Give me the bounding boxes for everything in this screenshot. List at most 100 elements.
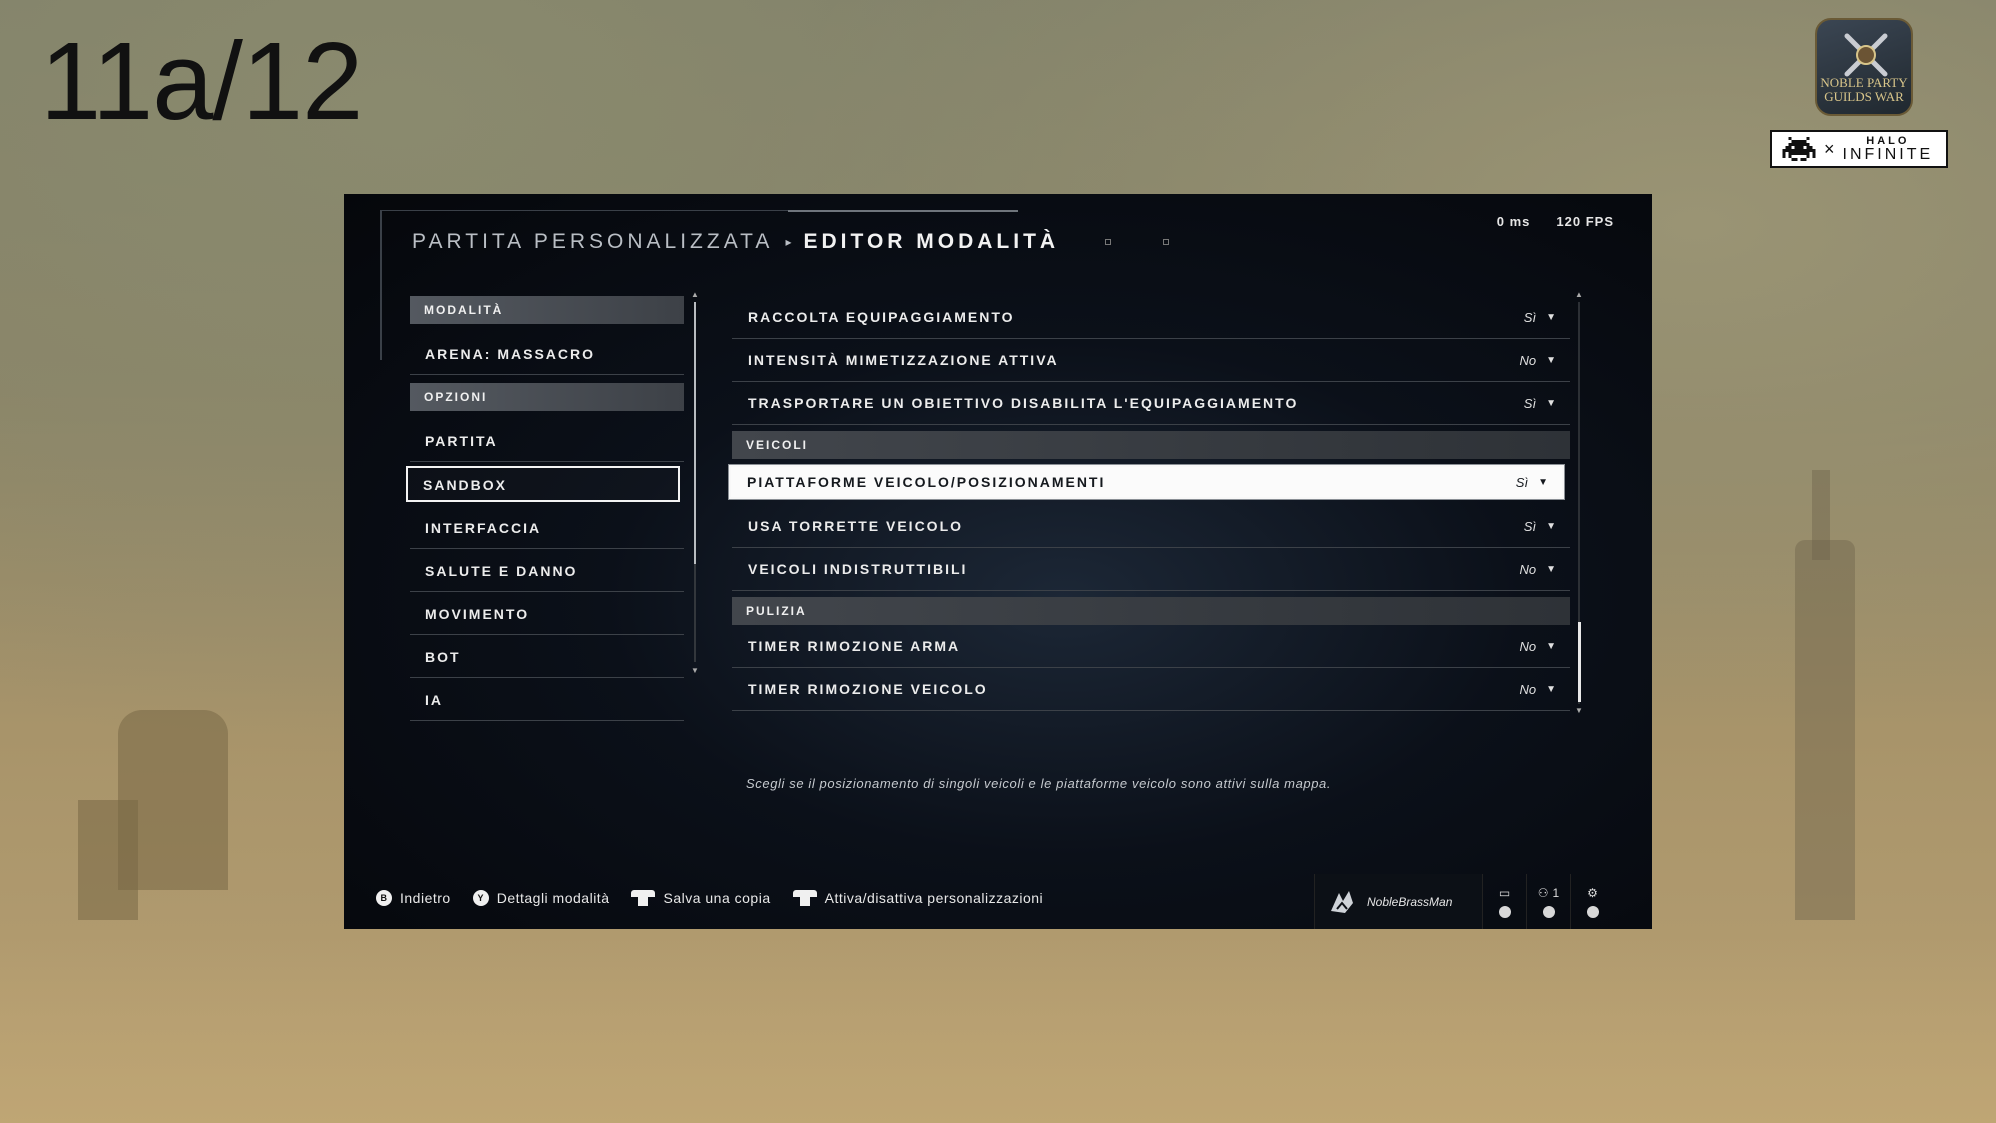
setting-dropdown[interactable]: No ▼	[1519, 353, 1556, 368]
nav-header-opzioni: OPZIONI	[410, 383, 684, 411]
nav-item-partita[interactable]: PARTITA	[410, 419, 684, 462]
party-icon: ⚇	[1537, 885, 1549, 900]
scroll-up-icon[interactable]: ▲	[691, 290, 699, 299]
setting-dropdown[interactable]: Sì ▼	[1524, 396, 1556, 411]
party-count: 1	[1552, 885, 1560, 900]
toggle-customizations-action[interactable]: Attiva/disattiva personalizzazioni	[792, 890, 1044, 906]
setting-dropdown[interactable]: Sì ▼	[1516, 475, 1548, 490]
background-haze	[0, 930, 1996, 1123]
settings-slot[interactable]: ⚙	[1570, 874, 1614, 929]
nav-scrollbar-thumb[interactable]	[694, 302, 696, 564]
setting-timer-rimozione-arma[interactable]: TIMER RIMOZIONE ARMA No ▼	[732, 625, 1570, 668]
menu-button-icon	[1542, 905, 1555, 918]
save-copy-action[interactable]: Salva una copia	[631, 890, 770, 906]
nav-scrollbar[interactable]	[694, 302, 696, 662]
background-spire	[1795, 540, 1855, 920]
settings-scrollbar-thumb[interactable]	[1578, 622, 1581, 702]
game-screenshot: 0 ms 120 FPS PARTITA PERSONALIZZATA ▸ ED…	[344, 194, 1652, 929]
crossed-swords-icon	[1844, 33, 1888, 77]
setting-usa-torrette-veicolo[interactable]: USA TORRETTE VEICOLO Sì ▼	[732, 505, 1570, 548]
gamer-card[interactable]: NobleBrassMan	[1314, 874, 1482, 929]
scroll-down-icon[interactable]: ▼	[1575, 706, 1583, 715]
caret-down-icon: ▼	[1546, 311, 1556, 323]
caret-down-icon: ▼	[1538, 476, 1548, 488]
settings-button-icon	[1586, 905, 1599, 918]
left-bumper-icon	[631, 890, 656, 906]
setting-label: TIMER RIMOZIONE VEICOLO	[748, 681, 988, 697]
nav-item-salute-e-danno[interactable]: SALUTE E DANNO	[410, 549, 684, 592]
page-title: EDITOR MODALITÀ	[803, 230, 1060, 253]
setting-value: No	[1519, 352, 1537, 368]
setting-description: Scegli se il posizionamento di singoli v…	[746, 776, 1332, 791]
setting-dropdown[interactable]: Sì ▼	[1524, 519, 1556, 534]
setting-dropdown[interactable]: Sì ▼	[1524, 310, 1556, 325]
player-status: NobleBrassMan ▭ ⚇ 1 ⚙	[1314, 874, 1614, 929]
setting-raccolta-equipaggiamento[interactable]: RACCOLTA EQUIPAGGIAMENTO Sì ▼	[732, 296, 1570, 339]
caret-down-icon: ▼	[1546, 520, 1556, 532]
breadcrumb: PARTITA PERSONALIZZATA ▸ EDITOR MODALITÀ	[412, 230, 1170, 254]
scroll-down-icon[interactable]: ▼	[691, 666, 699, 675]
settings-list: RACCOLTA EQUIPAGGIAMENTO Sì ▼ INTENSITÀ M…	[729, 296, 1570, 711]
back-label: Indietro	[400, 890, 451, 906]
setting-dropdown[interactable]: No ▼	[1519, 562, 1556, 577]
setting-label: TRASPORTARE UN OBIETTIVO DISABILITA L'EQ…	[748, 395, 1299, 411]
frame-line-accent	[788, 210, 1018, 212]
setting-veicoli-indistruttibili[interactable]: VEICOLI INDISTRUTTIBILI No ▼	[732, 548, 1570, 591]
y-button-icon: Y	[472, 890, 489, 906]
scroll-up-icon[interactable]: ▲	[1575, 290, 1583, 299]
right-bumper-icon	[792, 890, 817, 906]
setting-label: TIMER RIMOZIONE ARMA	[748, 638, 961, 654]
options-nav: MODALITÀ ARENA: MASSACRO OPZIONI PARTITA…	[406, 296, 692, 721]
setting-intensita-mimetizzazione[interactable]: INTENSITÀ MIMETIZZAZIONE ATTIVA No ▼	[732, 339, 1570, 382]
settings-scrollbar[interactable]	[1578, 302, 1581, 704]
logo-line-2: GUILDS WAR	[1824, 89, 1904, 104]
nav-item-interfaccia[interactable]: INTERFACCIA	[410, 506, 684, 549]
setting-label: PIATTAFORME VEICOLO/POSIZIONAMENTI	[747, 474, 1106, 490]
background-ruin	[78, 800, 138, 920]
setting-value: Sì	[1523, 395, 1537, 411]
mode-details-label: Dettagli modalità	[496, 890, 610, 906]
footer-bar: B Indietro Y Dettagli modalità Salva una…	[344, 874, 1652, 929]
save-copy-label: Salva una copia	[663, 890, 771, 906]
party-slot[interactable]: ⚇ 1	[1526, 874, 1570, 929]
b-button-icon: B	[376, 890, 392, 906]
footer-actions: B Indietro Y Dettagli modalità Salva una…	[376, 890, 1043, 906]
caret-down-icon: ▼	[1546, 640, 1556, 652]
toggle-customizations-label: Attiva/disattiva personalizzazioni	[824, 890, 1044, 906]
gear-icon: ⚙	[1587, 885, 1598, 900]
page-indicator-dot	[1163, 239, 1170, 245]
breadcrumb-parent[interactable]: PARTITA PERSONALIZZATA	[412, 230, 773, 254]
space-invader-icon	[1782, 137, 1816, 161]
setting-value: No	[1519, 638, 1537, 654]
gamertag: NobleBrassMan	[1367, 894, 1453, 909]
nav-item-movimento[interactable]: MOVIMENTO	[410, 592, 684, 635]
back-action[interactable]: B Indietro	[376, 890, 451, 906]
nav-item-sandbox[interactable]: SANDBOX	[406, 466, 680, 502]
halo-infinite-badge: × HALO INFINITE	[1770, 130, 1948, 168]
setting-trasportare-obiettivo[interactable]: TRASPORTARE UN OBIETTIVO DISABILITA L'EQ…	[732, 382, 1570, 425]
setting-timer-rimozione-veicolo[interactable]: TIMER RIMOZIONE VEICOLO No ▼	[732, 668, 1570, 711]
setting-value: Sì	[1515, 474, 1529, 490]
setting-piattaforme-veicolo[interactable]: PIATTAFORME VEICOLO/POSIZIONAMENTI Sì ▼	[729, 465, 1564, 499]
chat-slot[interactable]: ▭	[1482, 874, 1526, 929]
setting-value: Sì	[1523, 518, 1537, 534]
chat-icon: ▭	[1498, 885, 1511, 900]
nav-header-modalita: MODALITÀ	[410, 296, 684, 324]
performance-stats: 0 ms 120 FPS	[1497, 214, 1614, 229]
noble-party-guilds-war-logo: NOBLE PARTY GUILDS WAR	[1815, 18, 1913, 116]
caret-down-icon: ▼	[1546, 683, 1556, 695]
mode-details-action[interactable]: Y Dettagli modalità	[472, 890, 610, 906]
nav-item-ia[interactable]: IA	[410, 678, 684, 721]
setting-label: RACCOLTA EQUIPAGGIAMENTO	[748, 309, 1015, 325]
view-button-icon	[1498, 905, 1511, 918]
frame-line	[380, 210, 382, 360]
setting-dropdown[interactable]: No ▼	[1519, 682, 1556, 697]
setting-value: No	[1519, 561, 1537, 577]
nav-item-mode[interactable]: ARENA: MASSACRO	[410, 332, 684, 375]
nav-item-bot[interactable]: BOT	[410, 635, 684, 678]
setting-dropdown[interactable]: No ▼	[1519, 639, 1556, 654]
setting-value: Sì	[1523, 309, 1537, 325]
collab-x-icon: ×	[1824, 138, 1835, 159]
caret-down-icon: ▼	[1546, 563, 1556, 575]
latency-readout: 0 ms	[1496, 214, 1531, 229]
